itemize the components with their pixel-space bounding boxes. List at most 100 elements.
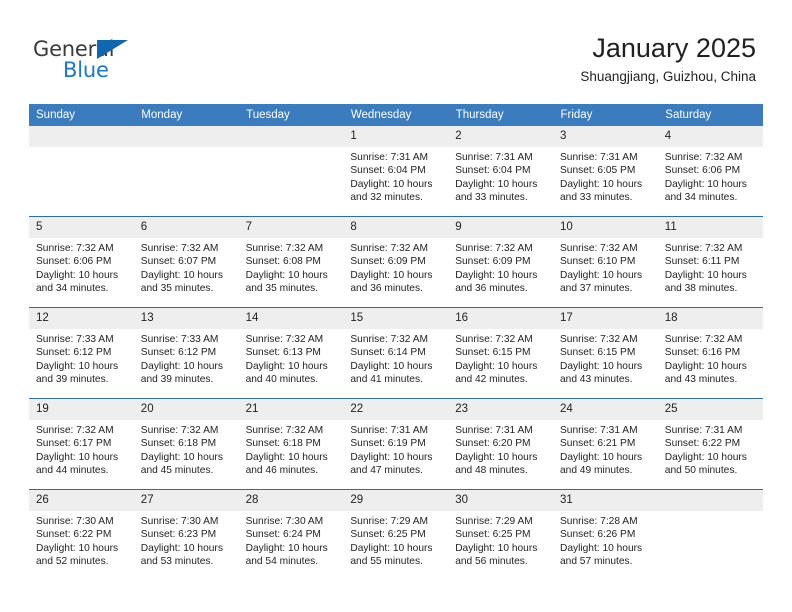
sunset-text: Sunset: 6:11 PM [664, 256, 740, 268]
daylight-text: Daylight: 10 hours [140, 360, 223, 372]
calendar-day-cell: 17 Sunrise: 7:32 AM Sunset: 6:15 PM Dayligh… [552, 307, 658, 399]
sunset-text: Sunset: 6:22 PM [664, 438, 741, 450]
weekday-header-thursday: Thursday [448, 104, 554, 126]
day-details: Sunrise: 7:32 AM Sunset: 6:07 PM Daylight:… [134, 238, 239, 295]
sunrise-text: Sunrise: 7:31 AM [559, 152, 638, 163]
daylight-text: Daylight: 10 hours [245, 360, 328, 372]
day-number: 3 [552, 126, 658, 147]
sunrise-text: Sunrise: 7:32 AM [245, 243, 324, 254]
daylight-text: Daylight: 10 hours [245, 542, 328, 554]
calendar-day-cell: 15 Sunrise: 7:32 AM Sunset: 6:14 PM Dayligh… [343, 307, 449, 399]
day-number: 8 [343, 217, 449, 238]
daylight-text-cont: and 37 minutes. [559, 282, 633, 294]
title-block: January 2025 Shuangjiang, Guizhou, China [580, 32, 756, 85]
sunrise-text: Sunrise: 7:30 AM [140, 516, 219, 527]
daylight-text: Daylight: 10 hours [664, 451, 747, 463]
calendar-day-cell: 20 Sunrise: 7:32 AM Sunset: 6:18 PM Dayligh… [133, 398, 239, 490]
daylight-text: Daylight: 10 hours [140, 451, 223, 463]
daylight-text: Daylight: 10 hours [36, 451, 119, 463]
weekday-header-saturday: Saturday [657, 104, 764, 126]
day-details: Sunrise: 7:31 AM Sunset: 6:20 PM Daylight:… [448, 420, 553, 477]
day-number: 9 [448, 217, 553, 238]
day-number: 21 [238, 399, 344, 420]
weekday-header-monday: Monday [133, 104, 240, 126]
sunrise-text: Sunrise: 7:32 AM [455, 334, 533, 345]
daylight-text-cont: and 54 minutes. [245, 555, 319, 567]
day-details: Sunrise: 7:31 AM Sunset: 6:04 PM Daylight:… [448, 147, 553, 204]
sunrise-text: Sunrise: 7:32 AM [245, 334, 324, 345]
daylight-text-cont: and 45 minutes. [140, 464, 214, 476]
sunrise-text: Sunrise: 7:32 AM [350, 243, 428, 254]
calendar-week-row: 12 Sunrise: 7:33 AM Sunset: 6:12 PM Dayligh… [29, 307, 763, 399]
sunrise-text: Sunrise: 7:32 AM [664, 243, 743, 254]
calendar-day-cell: 30 Sunrise: 7:29 AM Sunset: 6:25 PM Dayligh… [448, 489, 553, 580]
sunset-text: Sunset: 6:18 PM [140, 438, 217, 450]
daylight-text-cont: and 52 minutes. [36, 555, 109, 567]
calendar-day-cell: 1 Sunrise: 7:31 AM Sunset: 6:04 PM Daylight… [343, 126, 449, 217]
daylight-text-cont: and 38 minutes. [664, 282, 738, 294]
day-details: Sunrise: 7:30 AM Sunset: 6:22 PM Daylight:… [29, 511, 134, 568]
day-number: 13 [133, 308, 239, 329]
sunset-text: Sunset: 6:21 PM [559, 438, 636, 450]
calendar-day-cell: 23 Sunrise: 7:31 AM Sunset: 6:20 PM Dayligh… [448, 398, 553, 490]
daylight-text: Daylight: 10 hours [350, 178, 433, 190]
calendar-day-cell: 18 Sunrise: 7:32 AM Sunset: 6:16 PM Dayligh… [657, 307, 763, 399]
daylight-text: Daylight: 10 hours [559, 451, 643, 463]
daylight-text-cont: and 57 minutes. [559, 555, 633, 567]
day-number: 6 [133, 217, 239, 238]
daylight-text: Daylight: 10 hours [455, 542, 538, 554]
sunrise-text: Sunrise: 7:31 AM [350, 425, 428, 436]
sunset-text: Sunset: 6:26 PM [559, 529, 636, 541]
calendar-day-cell: 24 Sunrise: 7:31 AM Sunset: 6:21 PM Dayligh… [552, 398, 658, 490]
weekday-header-sunday: Sunday [29, 104, 135, 126]
weekday-header-wednesday: Wednesday [343, 104, 449, 126]
daylight-text: Daylight: 10 hours [559, 542, 643, 554]
sunset-text: Sunset: 6:24 PM [245, 529, 321, 541]
daylight-text-cont: and 50 minutes. [664, 464, 738, 476]
daylight-text-cont: and 44 minutes. [36, 464, 109, 476]
day-details: Sunrise: 7:32 AM Sunset: 6:17 PM Daylight:… [29, 420, 134, 477]
daylight-text-cont: and 39 minutes. [140, 373, 214, 385]
sunrise-text: Sunrise: 7:32 AM [140, 425, 219, 436]
day-details: Sunrise: 7:32 AM Sunset: 6:18 PM Daylight:… [134, 420, 239, 477]
sunset-text: Sunset: 6:09 PM [455, 256, 531, 268]
daylight-text: Daylight: 10 hours [664, 269, 747, 281]
daylight-text-cont: and 34 minutes. [664, 191, 738, 203]
sunset-text: Sunset: 6:17 PM [36, 438, 112, 450]
calendar-day-cell: 29 Sunrise: 7:29 AM Sunset: 6:25 PM Dayligh… [343, 489, 449, 580]
daylight-text: Daylight: 10 hours [664, 360, 747, 372]
sunset-text: Sunset: 6:23 PM [140, 529, 217, 541]
sunrise-text: Sunrise: 7:32 AM [664, 334, 743, 345]
day-number: 4 [657, 126, 763, 147]
calendar-day-cell: 21 Sunrise: 7:32 AM Sunset: 6:18 PM Dayligh… [238, 398, 344, 490]
day-number: 24 [552, 399, 658, 420]
calendar-day-cell: 27 Sunrise: 7:30 AM Sunset: 6:23 PM Dayligh… [133, 489, 239, 580]
calendar-week-row: 26 Sunrise: 7:30 AM Sunset: 6:22 PM Dayligh… [29, 489, 763, 580]
sunrise-text: Sunrise: 7:29 AM [455, 516, 533, 527]
daylight-text-cont: and 55 minutes. [350, 555, 423, 567]
daylight-text-cont: and 39 minutes. [36, 373, 109, 385]
sunset-text: Sunset: 6:25 PM [350, 529, 426, 541]
calendar-cell-empty [657, 489, 763, 580]
sunrise-text: Sunrise: 7:31 AM [559, 425, 638, 436]
sunrise-text: Sunrise: 7:31 AM [455, 425, 533, 436]
day-number: 7 [238, 217, 344, 238]
day-number: 1 [343, 126, 449, 147]
daylight-text: Daylight: 10 hours [559, 360, 643, 372]
logo-triangle-icon [97, 40, 128, 59]
day-details: Sunrise: 7:32 AM Sunset: 6:09 PM Daylight:… [448, 238, 553, 295]
calendar-day-cell: 12 Sunrise: 7:33 AM Sunset: 6:12 PM Dayligh… [29, 307, 134, 399]
sunset-text: Sunset: 6:22 PM [36, 529, 112, 541]
day-details: Sunrise: 7:32 AM Sunset: 6:16 PM Daylight:… [658, 329, 763, 386]
daylight-text: Daylight: 10 hours [559, 178, 643, 190]
page-title: January 2025 [592, 33, 756, 63]
day-number: 17 [552, 308, 658, 329]
calendar-day-cell: 26 Sunrise: 7:30 AM Sunset: 6:22 PM Dayligh… [29, 489, 134, 580]
daylight-text-cont: and 35 minutes. [245, 282, 319, 294]
day-number: 19 [29, 399, 134, 420]
day-details: Sunrise: 7:32 AM Sunset: 6:14 PM Daylight:… [343, 329, 448, 386]
calendar-day-cell: 31 Sunrise: 7:28 AM Sunset: 6:26 PM Dayligh… [552, 489, 658, 580]
sunset-text: Sunset: 6:04 PM [350, 165, 426, 177]
sunrise-text: Sunrise: 7:32 AM [559, 334, 638, 345]
day-number: 30 [448, 490, 553, 511]
